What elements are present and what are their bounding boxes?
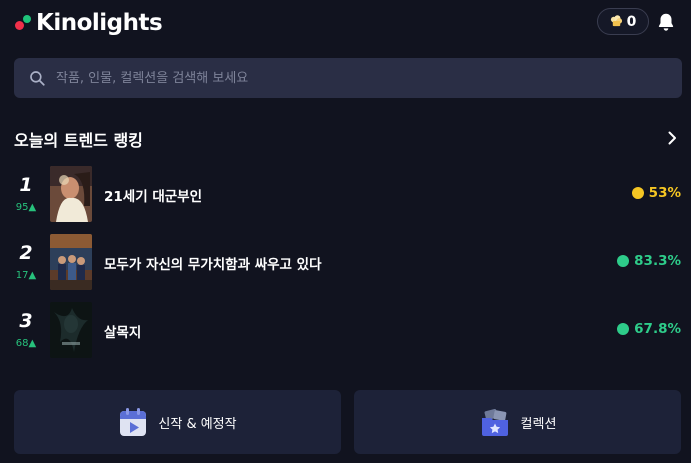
match-score: 83.3% bbox=[617, 253, 681, 269]
content-title: 살목지 bbox=[104, 325, 142, 341]
bell-icon[interactable] bbox=[655, 11, 677, 33]
ranking-item-2[interactable]: 2 17▲ 모두가 자신의 무가치함과 싸우고 있다 83.3% bbox=[0, 234, 691, 292]
collection-folder-icon bbox=[481, 408, 508, 436]
chevron-right-icon[interactable] bbox=[664, 130, 680, 146]
score-value: 53% bbox=[648, 185, 681, 201]
score-indicator-icon bbox=[617, 323, 630, 335]
app-header: Kinolights 0 bbox=[0, 0, 691, 46]
poster-image[interactable] bbox=[50, 302, 92, 358]
search-bar[interactable] bbox=[14, 58, 682, 98]
rank-number: 3 bbox=[19, 310, 33, 332]
match-score: 53% bbox=[631, 185, 681, 201]
popcorn-balance-button[interactable]: 0 bbox=[597, 8, 649, 35]
match-score: 67.8% bbox=[617, 321, 681, 337]
poster-image[interactable] bbox=[50, 234, 92, 290]
popcorn-count: 0 bbox=[626, 13, 637, 30]
score-indicator-icon bbox=[631, 187, 644, 199]
brand-name: Kinolights bbox=[36, 10, 163, 36]
rank-change: 17▲ bbox=[15, 270, 37, 281]
ranking-item-1[interactable]: 1 95▲ 21세기 대군부인 53% bbox=[0, 166, 691, 224]
rank-number: 2 bbox=[19, 242, 33, 264]
collections-button[interactable]: 컬렉션 bbox=[354, 390, 681, 454]
new-releases-label: 신작 & 예정작 bbox=[158, 416, 237, 432]
kinolights-logo[interactable]: Kinolights bbox=[14, 10, 163, 36]
ranking-item-3[interactable]: 3 68▲ 살목지 67.8% bbox=[0, 302, 691, 360]
search-icon bbox=[30, 71, 45, 86]
score-indicator-icon bbox=[617, 255, 630, 267]
content-title: 모두가 자신의 무가치함과 싸우고 있다 bbox=[104, 257, 322, 273]
search-input[interactable] bbox=[56, 58, 682, 98]
rank-change: 68▲ bbox=[15, 338, 37, 349]
collections-label: 컬렉션 bbox=[520, 416, 557, 432]
score-value: 67.8% bbox=[634, 321, 681, 337]
popcorn-icon bbox=[610, 14, 623, 30]
calendar-play-icon bbox=[120, 408, 147, 436]
logo-mark-icon bbox=[14, 13, 34, 33]
content-title: 21세기 대군부인 bbox=[104, 189, 203, 205]
rank-change: 95▲ bbox=[15, 202, 37, 213]
rank-number: 1 bbox=[19, 174, 33, 196]
score-value: 83.3% bbox=[634, 253, 681, 269]
trend-ranking-title: 오늘의 트렌드 랭킹 bbox=[14, 131, 143, 150]
new-releases-button[interactable]: 신작 & 예정작 bbox=[14, 390, 341, 454]
poster-image[interactable] bbox=[50, 166, 92, 222]
